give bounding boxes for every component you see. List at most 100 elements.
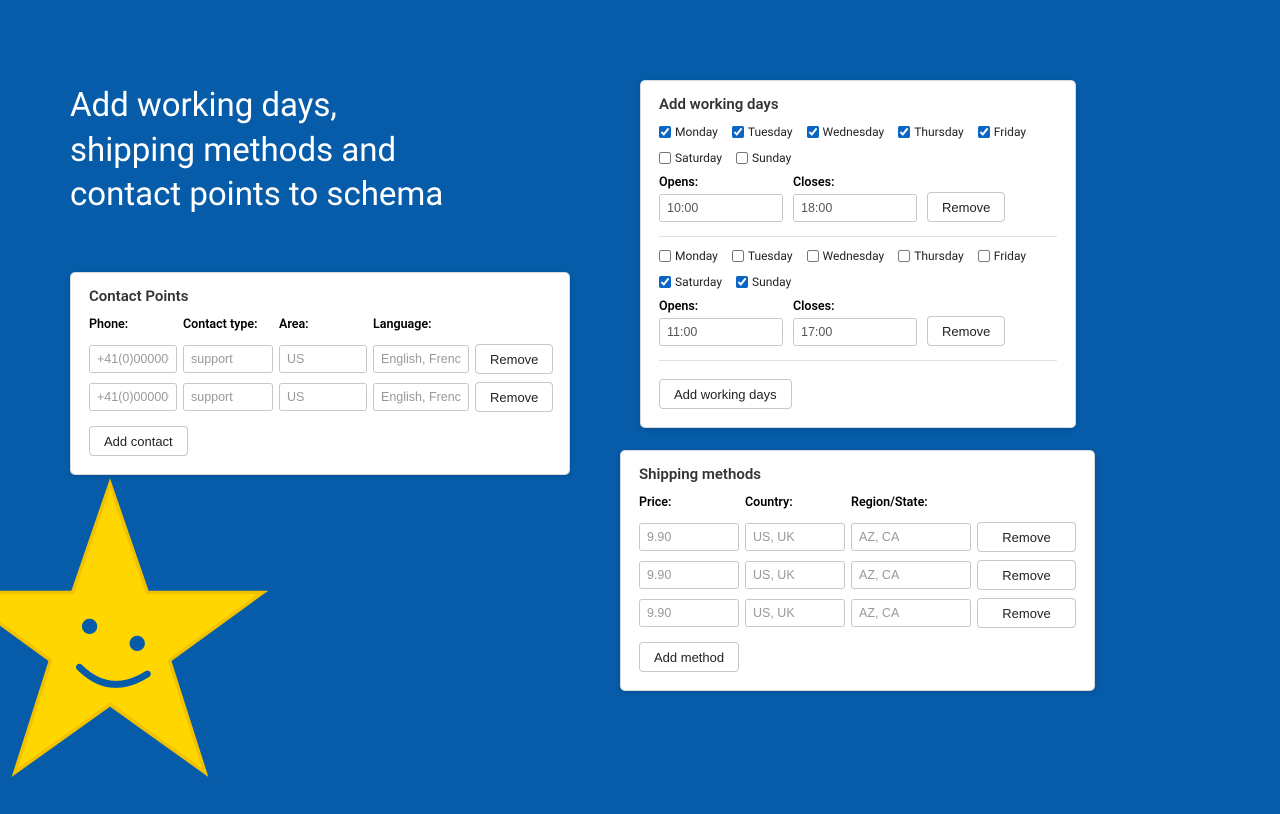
day-label: Thursday: [914, 249, 964, 263]
checkbox-tuesday-icon[interactable]: [732, 126, 744, 138]
contact-type-input[interactable]: [183, 383, 273, 411]
closes-label: Closes:: [793, 299, 917, 314]
day-checkbox-tuesday[interactable]: Tuesday: [732, 125, 793, 139]
checkbox-monday-icon[interactable]: [659, 126, 671, 138]
day-checkbox-thursday[interactable]: Thursday: [898, 249, 964, 263]
opens-input[interactable]: [659, 318, 783, 346]
country-input[interactable]: [745, 599, 845, 627]
day-label: Saturday: [675, 151, 722, 165]
day-checkbox-wednesday[interactable]: Wednesday: [807, 125, 885, 139]
label-area: Area:: [279, 317, 367, 332]
checkbox-saturday-icon[interactable]: [659, 276, 671, 288]
checkbox-monday-icon[interactable]: [659, 250, 671, 262]
contact-row: Remove: [89, 344, 551, 374]
time-row: Opens: Closes: Remove: [659, 175, 1057, 222]
day-checkbox-friday[interactable]: Friday: [978, 249, 1026, 263]
star-mascot-icon: [0, 470, 280, 810]
country-input[interactable]: [745, 523, 845, 551]
label-contact-type: Contact type:: [183, 317, 273, 332]
working-days-block: Monday Tuesday Wednesday Thursday Friday Satu…: [659, 249, 1057, 361]
remove-contact-button[interactable]: Remove: [475, 382, 553, 412]
contact-points-panel: Contact Points Phone: Contact type: Area…: [70, 272, 570, 475]
checkbox-sunday-icon[interactable]: [736, 152, 748, 164]
day-label: Tuesday: [748, 125, 793, 139]
closes-input[interactable]: [793, 318, 917, 346]
checkbox-tuesday-icon[interactable]: [732, 250, 744, 262]
opens-label: Opens:: [659, 299, 783, 314]
remove-working-days-button[interactable]: Remove: [927, 316, 1005, 346]
divider: [659, 360, 1057, 361]
checkbox-friday-icon[interactable]: [978, 126, 990, 138]
checkbox-saturday-icon[interactable]: [659, 152, 671, 164]
day-checkbox-saturday[interactable]: Saturday: [659, 275, 722, 289]
day-checkbox-monday[interactable]: Monday: [659, 125, 718, 139]
region-input[interactable]: [851, 599, 971, 627]
remove-contact-button[interactable]: Remove: [475, 344, 553, 374]
checkbox-sunday-icon[interactable]: [736, 276, 748, 288]
price-input[interactable]: [639, 561, 739, 589]
language-input[interactable]: [373, 345, 469, 373]
day-label: Wednesday: [823, 125, 885, 139]
price-input[interactable]: [639, 599, 739, 627]
checkbox-wednesday-icon[interactable]: [807, 250, 819, 262]
region-input[interactable]: [851, 523, 971, 551]
day-checkbox-thursday[interactable]: Thursday: [898, 125, 964, 139]
label-phone: Phone:: [89, 317, 177, 332]
time-row: Opens: Closes: Remove: [659, 299, 1057, 346]
day-label: Sunday: [752, 275, 791, 289]
closes-label: Closes:: [793, 175, 917, 190]
day-label: Wednesday: [823, 249, 885, 263]
day-checkbox-row: Monday Tuesday Wednesday Thursday Friday Satu…: [659, 125, 1057, 165]
working-days-panel: Add working days Monday Tuesday Wednesday T…: [640, 80, 1076, 428]
day-label: Friday: [994, 249, 1026, 263]
remove-shipping-button[interactable]: Remove: [977, 560, 1076, 590]
closes-input[interactable]: [793, 194, 917, 222]
shipping-row: Remove: [639, 598, 1076, 628]
remove-shipping-button[interactable]: Remove: [977, 522, 1076, 552]
day-label: Thursday: [914, 125, 964, 139]
add-contact-button[interactable]: Add contact: [89, 426, 188, 456]
hero-headline: Add working days,shipping methods andcon…: [70, 84, 443, 218]
working-days-block: Monday Tuesday Wednesday Thursday Friday Satu…: [659, 125, 1057, 237]
checkbox-thursday-icon[interactable]: [898, 250, 910, 262]
day-label: Saturday: [675, 275, 722, 289]
area-input[interactable]: [279, 345, 367, 373]
day-checkbox-friday[interactable]: Friday: [978, 125, 1026, 139]
remove-working-days-button[interactable]: Remove: [927, 192, 1005, 222]
day-checkbox-monday[interactable]: Monday: [659, 249, 718, 263]
checkbox-thursday-icon[interactable]: [898, 126, 910, 138]
shipping-row: Remove: [639, 560, 1076, 590]
price-input[interactable]: [639, 523, 739, 551]
add-working-days-button[interactable]: Add working days: [659, 379, 792, 409]
remove-shipping-button[interactable]: Remove: [977, 598, 1076, 628]
label-region: Region/State:: [851, 495, 971, 510]
day-label: Monday: [675, 125, 718, 139]
day-checkbox-sunday[interactable]: Sunday: [736, 275, 791, 289]
area-input[interactable]: [279, 383, 367, 411]
day-label: Tuesday: [748, 249, 793, 263]
shipping-row: Remove: [639, 522, 1076, 552]
country-input[interactable]: [745, 561, 845, 589]
day-checkbox-saturday[interactable]: Saturday: [659, 151, 722, 165]
language-input[interactable]: [373, 383, 469, 411]
day-checkbox-wednesday[interactable]: Wednesday: [807, 249, 885, 263]
region-input[interactable]: [851, 561, 971, 589]
day-label: Sunday: [752, 151, 791, 165]
checkbox-wednesday-icon[interactable]: [807, 126, 819, 138]
add-method-button[interactable]: Add method: [639, 642, 739, 672]
contact-row: Remove: [89, 382, 551, 412]
day-label: Friday: [994, 125, 1026, 139]
phone-input[interactable]: [89, 383, 177, 411]
day-checkbox-tuesday[interactable]: Tuesday: [732, 249, 793, 263]
shipping-methods-panel: Shipping methods Price: Country: Region/…: [620, 450, 1095, 691]
label-country: Country:: [745, 495, 845, 510]
day-checkbox-sunday[interactable]: Sunday: [736, 151, 791, 165]
day-label: Monday: [675, 249, 718, 263]
working-days-title: Add working days: [659, 95, 1057, 113]
contact-type-input[interactable]: [183, 345, 273, 373]
label-price: Price:: [639, 495, 739, 510]
opens-input[interactable]: [659, 194, 783, 222]
opens-label: Opens:: [659, 175, 783, 190]
checkbox-friday-icon[interactable]: [978, 250, 990, 262]
phone-input[interactable]: [89, 345, 177, 373]
